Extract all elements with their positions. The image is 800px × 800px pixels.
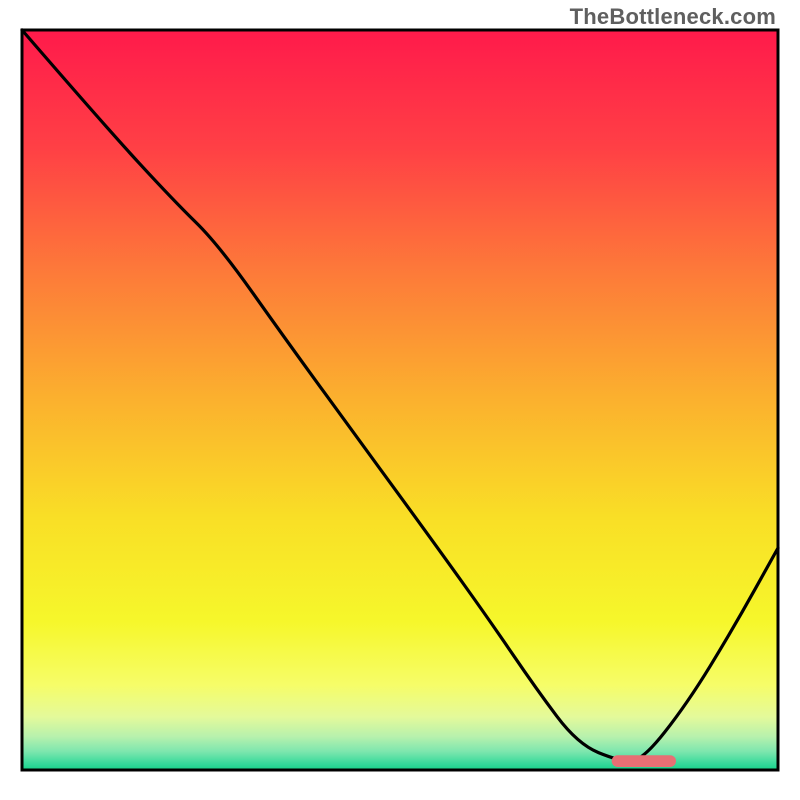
plot-background — [22, 30, 778, 770]
optimal-marker — [612, 755, 676, 767]
bottleneck-chart — [0, 0, 800, 800]
